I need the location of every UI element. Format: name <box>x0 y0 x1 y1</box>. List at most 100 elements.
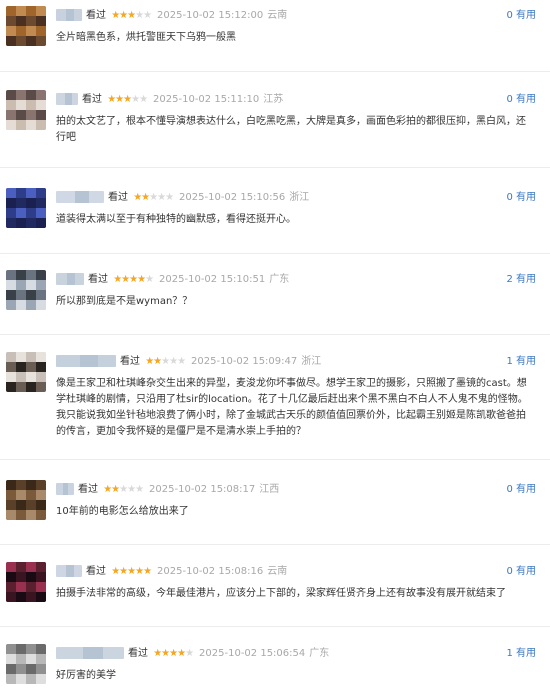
comment-content: 像是王家卫和杜琪峰杂交生出来的异型，麦浚龙你坏事做尽。想学王家卫的摄影，只照搬了… <box>56 378 528 437</box>
avatar-pixel <box>36 16 46 26</box>
useful-button[interactable]: 2 有用 <box>506 270 536 290</box>
avatar-pixel <box>26 480 36 490</box>
avatar[interactable] <box>6 480 46 520</box>
avatar-pixel <box>6 664 16 674</box>
useful-button[interactable]: 0 有用 <box>506 6 536 26</box>
watched-status: 看过 <box>82 94 102 105</box>
comment-location: 云南 <box>267 566 288 577</box>
username[interactable] <box>56 355 116 367</box>
avatar-pixel <box>6 120 16 130</box>
comment-time: 2025-10-02 15:10:51 <box>159 274 266 285</box>
avatar[interactable] <box>6 352 46 392</box>
avatar-pixel <box>26 270 36 280</box>
star-empty-icon: ★ <box>145 274 154 285</box>
rating-stars: ★★★★★ <box>111 10 152 21</box>
avatar-pixel <box>36 664 46 674</box>
username[interactable] <box>56 565 82 577</box>
avatar-pixel <box>6 218 16 228</box>
star-filled-icon: ★ <box>153 648 162 659</box>
avatar-pixel <box>6 562 16 572</box>
avatar-pixel <box>26 16 36 26</box>
rating-stars: ★★★★★ <box>113 274 154 285</box>
star-empty-icon: ★ <box>127 484 136 495</box>
avatar-pixel <box>6 188 16 198</box>
star-empty-icon: ★ <box>149 192 158 203</box>
avatar[interactable] <box>6 270 46 310</box>
comment-location: 云南 <box>267 10 288 21</box>
watched-status: 看过 <box>86 10 106 21</box>
avatar-pixel <box>26 674 36 684</box>
divider <box>0 459 550 460</box>
username[interactable] <box>56 191 104 203</box>
avatar-pixel <box>36 372 46 382</box>
avatar-pixel <box>6 16 16 26</box>
useful-button[interactable]: 0 有用 <box>506 90 536 110</box>
useful-button[interactable]: 0 有用 <box>506 188 536 208</box>
avatar-pixel <box>16 270 26 280</box>
avatar-pixel <box>26 382 36 392</box>
avatar-pixel <box>36 582 46 592</box>
comment-list: 看过 ★★★★★ 2025-10-02 15:12:00 云南 0 有用 全片暗黑色… <box>0 0 550 693</box>
username-blur <box>66 565 74 577</box>
username[interactable] <box>56 273 84 285</box>
avatar[interactable] <box>6 562 46 602</box>
avatar-pixel <box>26 198 36 208</box>
star-filled-icon: ★ <box>111 484 120 495</box>
avatar-pixel <box>16 208 26 218</box>
avatar-pixel <box>16 218 26 228</box>
avatar-pixel <box>16 572 26 582</box>
username[interactable] <box>56 93 78 105</box>
comment-item: 看过 ★★★★★ 2025-10-02 15:09:47 浙江 1 有用 像是王家卫… <box>0 352 550 442</box>
star-filled-icon: ★ <box>107 94 116 105</box>
star-filled-icon: ★ <box>143 566 152 577</box>
avatar-pixel <box>36 90 46 100</box>
comment-content: 拍的太文艺了，根本不懂导演想表达什么，白吃黑吃黑，大牌是真多，画面色彩拍的都很压… <box>56 116 526 143</box>
useful-button[interactable]: 1 有用 <box>506 352 536 372</box>
avatar-pixel <box>26 644 36 654</box>
avatar-pixel <box>16 362 26 372</box>
useful-button[interactable]: 1 有用 <box>506 644 536 664</box>
avatar-pixel <box>26 664 36 674</box>
avatar-pixel <box>26 26 36 36</box>
divider <box>0 71 550 72</box>
username[interactable] <box>56 9 82 21</box>
avatar-pixel <box>26 352 36 362</box>
avatar-pixel <box>16 490 26 500</box>
avatar-pixel <box>16 26 26 36</box>
avatar-pixel <box>16 654 26 664</box>
rating-stars: ★★★★★ <box>133 192 174 203</box>
watched-status: 看过 <box>120 356 140 367</box>
avatar[interactable] <box>6 90 46 130</box>
star-empty-icon: ★ <box>161 356 170 367</box>
username-blur <box>65 93 72 105</box>
star-empty-icon: ★ <box>177 356 186 367</box>
avatar-pixel <box>6 372 16 382</box>
avatar-pixel <box>16 188 26 198</box>
avatar[interactable] <box>6 188 46 228</box>
star-filled-icon: ★ <box>119 566 128 577</box>
avatar-pixel <box>6 480 16 490</box>
star-filled-icon: ★ <box>123 94 132 105</box>
avatar-pixel <box>6 100 16 110</box>
comment-location: 浙江 <box>289 192 310 203</box>
avatar[interactable] <box>6 6 46 46</box>
avatar-pixel <box>6 644 16 654</box>
rating-stars: ★★★★★ <box>145 356 186 367</box>
avatar-pixel <box>6 510 16 520</box>
username[interactable] <box>56 483 74 495</box>
avatar-pixel <box>26 280 36 290</box>
useful-button[interactable]: 0 有用 <box>506 562 536 582</box>
avatar-pixel <box>36 654 46 664</box>
useful-button[interactable]: 0 有用 <box>506 480 536 500</box>
avatar-pixel <box>16 372 26 382</box>
avatar-pixel <box>36 198 46 208</box>
username[interactable] <box>56 647 124 659</box>
star-empty-icon: ★ <box>131 94 140 105</box>
avatar-pixel <box>6 490 16 500</box>
avatar[interactable] <box>6 644 46 684</box>
avatar-pixel <box>36 674 46 684</box>
avatar-pixel <box>26 218 36 228</box>
avatar-pixel <box>26 188 36 198</box>
avatar-pixel <box>16 6 26 16</box>
star-filled-icon: ★ <box>169 648 178 659</box>
